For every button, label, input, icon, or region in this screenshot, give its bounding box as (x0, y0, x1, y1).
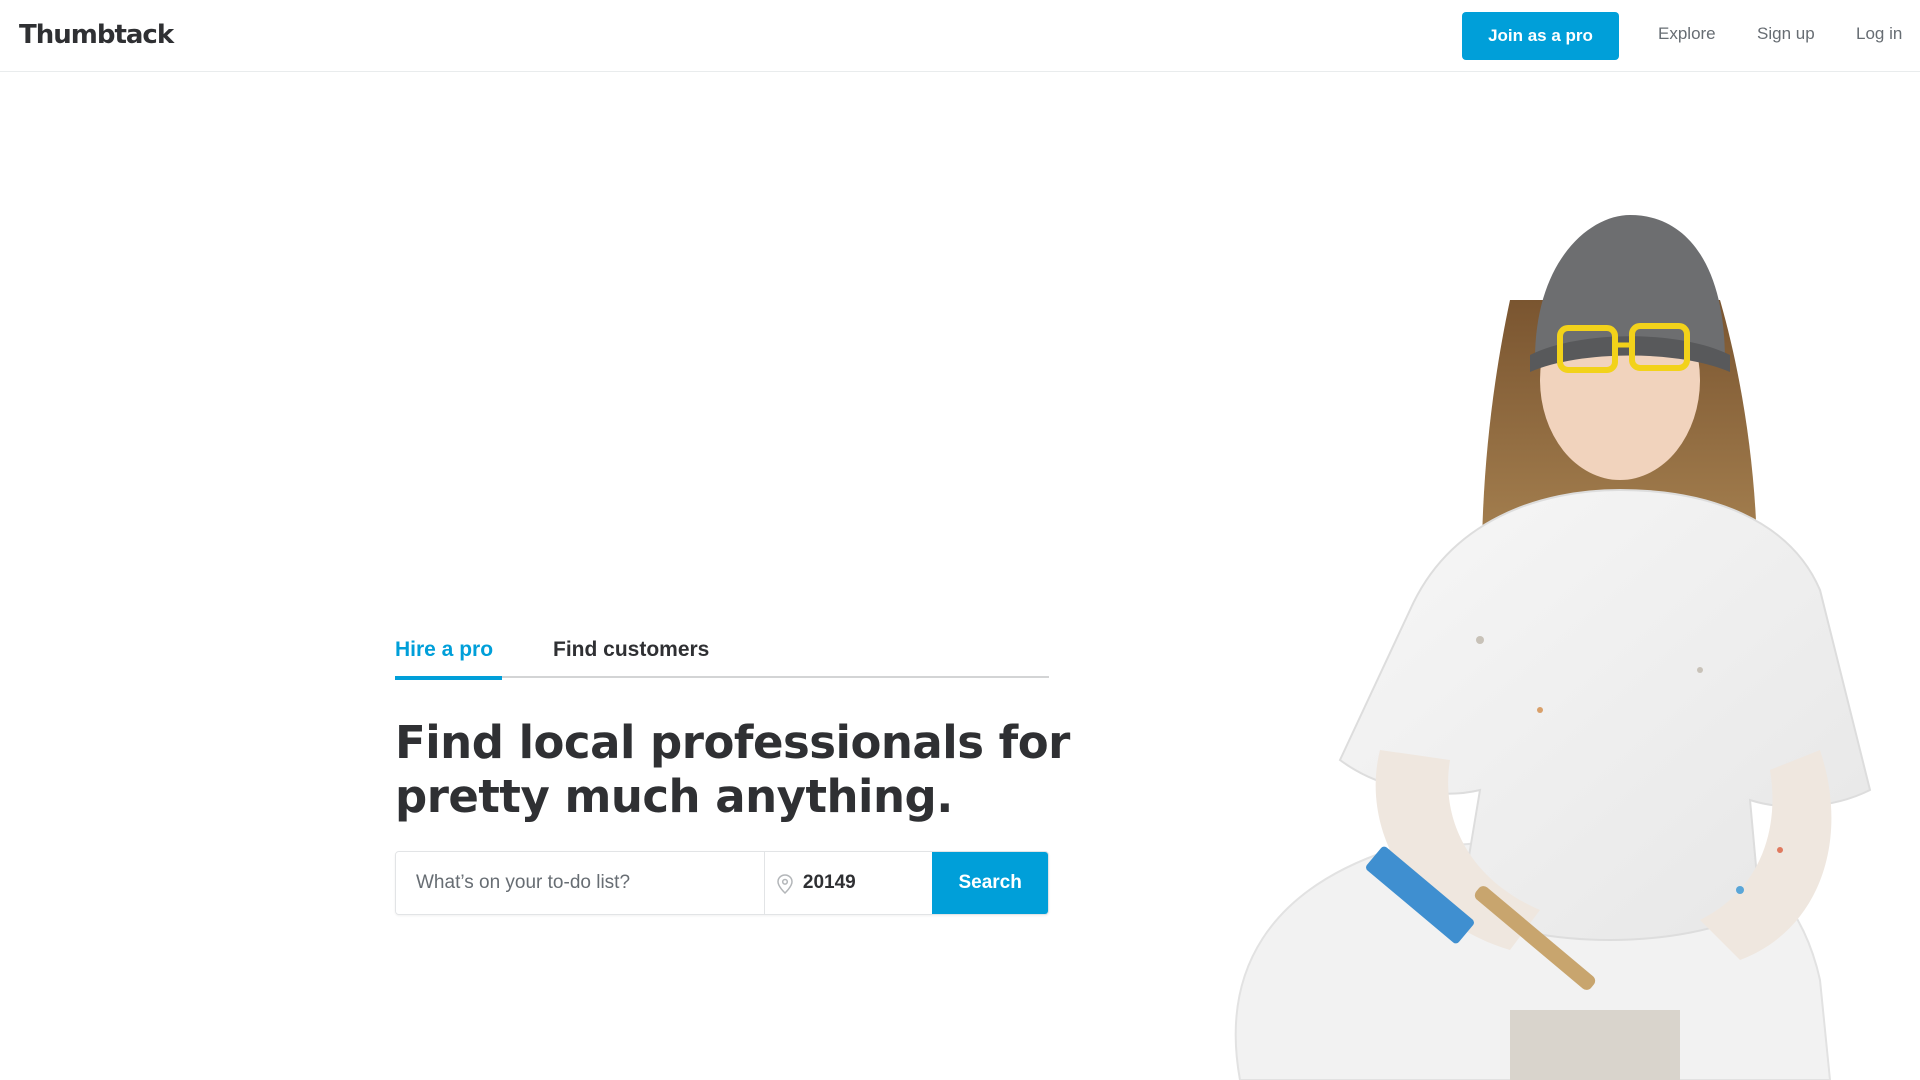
site-header: Thumbtack Join as a pro Explore Sign up … (0, 0, 1920, 72)
search-button[interactable]: Search (932, 852, 1048, 914)
search-bar: Search (395, 851, 1049, 915)
nav-login-link[interactable]: Log in (1856, 24, 1902, 44)
audience-tabs: Hire a pro Find customers (395, 620, 1049, 680)
headline-line-1: Find local professionals for (395, 716, 1070, 769)
join-as-pro-button[interactable]: Join as a pro (1462, 12, 1619, 60)
zip-field (764, 852, 933, 914)
tab-hire-a-pro[interactable]: Hire a pro (395, 638, 503, 680)
headline-line-2: pretty much anything. (395, 770, 953, 823)
nav-explore-link[interactable]: Explore (1658, 24, 1716, 44)
location-pin-icon (777, 874, 793, 894)
tab-find-customers[interactable]: Find customers (553, 638, 709, 676)
hero-painter-photo (1234, 215, 1872, 1080)
nav-signup-link[interactable]: Sign up (1757, 24, 1815, 44)
todo-search-input[interactable] (396, 852, 765, 914)
page-headline: Find local professionals for pretty much… (395, 716, 1095, 824)
thumbtack-logo[interactable]: Thumbtack (19, 20, 174, 50)
